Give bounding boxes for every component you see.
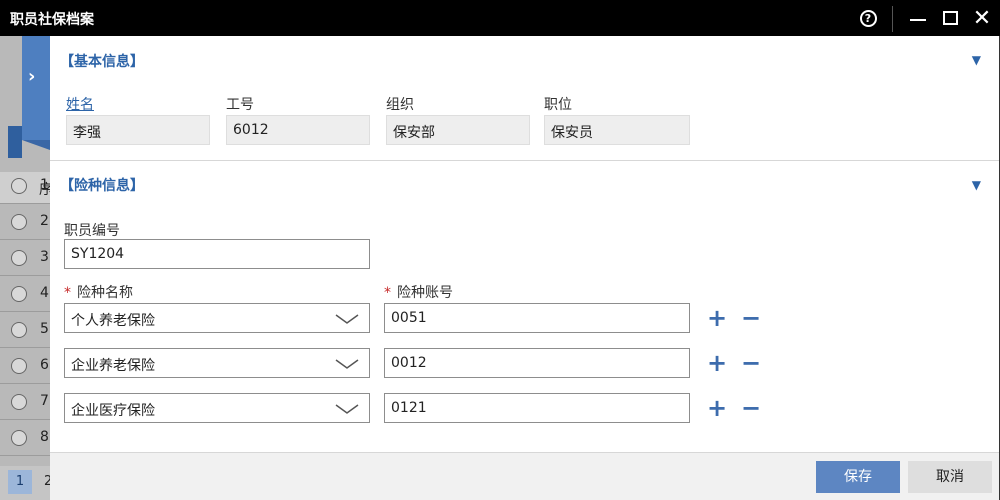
row-number: 2 — [40, 213, 49, 229]
employee-id-label: 工号 — [226, 97, 254, 113]
insurance-type-select[interactable]: 个人养老保险 — [64, 303, 370, 333]
archive-dialog: 【基本信息】 ▼ 姓名 李强 工号 6012 组织 保安部 职位 保安员 【险种… — [50, 36, 1000, 500]
name-label[interactable]: 姓名 — [66, 94, 94, 114]
background-button — [8, 126, 22, 158]
remove-row-icon[interactable]: − — [741, 306, 761, 330]
row-radio[interactable] — [11, 250, 27, 266]
tab-handle-fold — [22, 140, 50, 150]
minimize-icon[interactable] — [900, 0, 936, 36]
close-icon[interactable]: ✕ — [964, 0, 1000, 36]
insurance-account-input[interactable]: 0121 — [384, 393, 690, 423]
row-number: 7 — [40, 393, 49, 409]
add-row-icon[interactable]: + — [707, 351, 727, 375]
chevron-down-icon — [335, 314, 359, 324]
insurance-type-value: 企业养老保险 — [71, 358, 155, 374]
row-number: 4 — [40, 285, 49, 301]
row-radio[interactable] — [11, 358, 27, 374]
chevron-right-icon: › — [28, 66, 36, 87]
insurance-type-label: * 险种名称 — [64, 282, 133, 302]
insurance-info-collapse-icon[interactable]: ▼ — [972, 178, 981, 192]
window-title: 职员社保档案 — [10, 12, 94, 28]
row-radio[interactable] — [11, 286, 27, 302]
add-row-icon[interactable]: + — [707, 306, 727, 330]
row-radio[interactable] — [11, 394, 27, 410]
cancel-button[interactable]: 取消 — [908, 461, 992, 493]
insurance-account-label: * 险种账号 — [384, 282, 453, 302]
employee-number-label: 职员编号 — [64, 223, 120, 239]
employee-number-input[interactable]: SY1204 — [64, 239, 370, 269]
remove-row-icon[interactable]: − — [741, 351, 761, 375]
insurance-type-label-text: 险种名称 — [77, 285, 133, 301]
position-field: 保安员 — [544, 115, 690, 145]
insurance-type-select[interactable]: 企业养老保险 — [64, 348, 370, 378]
chevron-down-icon — [335, 404, 359, 414]
row-radio[interactable] — [11, 430, 27, 446]
position-label: 职位 — [544, 97, 572, 113]
required-mark: * — [64, 285, 71, 301]
basic-info-collapse-icon[interactable]: ▼ — [972, 53, 981, 67]
title-bar-divider — [892, 6, 893, 32]
insurance-type-value: 个人养老保险 — [71, 313, 155, 329]
organization-label: 组织 — [386, 97, 414, 113]
name-field: 李强 — [66, 115, 210, 145]
save-button[interactable]: 保存 — [816, 461, 900, 493]
row-radio[interactable] — [11, 178, 27, 194]
insurance-account-input[interactable]: 0012 — [384, 348, 690, 378]
row-radio[interactable] — [11, 214, 27, 230]
insurance-type-select[interactable]: 企业医疗保险 — [64, 393, 370, 423]
insurance-info-title: 【险种信息】 — [60, 178, 144, 194]
row-number: 5 — [40, 321, 49, 337]
row-number: 3 — [40, 249, 49, 265]
insurance-type-value: 企业医疗保险 — [71, 403, 155, 419]
expand-panel-tab[interactable]: › — [22, 36, 50, 140]
row-radio[interactable] — [11, 322, 27, 338]
section-divider — [50, 160, 999, 161]
required-mark: * — [384, 285, 391, 301]
help-icon[interactable]: ? — [850, 0, 886, 36]
insurance-account-input[interactable]: 0051 — [384, 303, 690, 333]
remove-row-icon[interactable]: − — [741, 396, 761, 420]
pager-page-current[interactable]: 1 — [8, 470, 32, 494]
organization-field: 保安部 — [386, 115, 530, 145]
dialog-footer: 保存 取消 — [50, 452, 999, 500]
row-number: 6 — [40, 357, 49, 373]
insurance-account-label-text: 险种账号 — [397, 285, 453, 301]
title-bar: 职员社保档案 ? ✕ — [0, 0, 1000, 36]
chevron-down-icon — [335, 359, 359, 369]
employee-id-field: 6012 — [226, 115, 370, 145]
basic-info-title: 【基本信息】 — [60, 54, 144, 70]
row-number: 1 — [40, 177, 49, 193]
row-number: 8 — [40, 429, 49, 445]
add-row-icon[interactable]: + — [707, 396, 727, 420]
maximize-icon[interactable] — [932, 0, 968, 36]
